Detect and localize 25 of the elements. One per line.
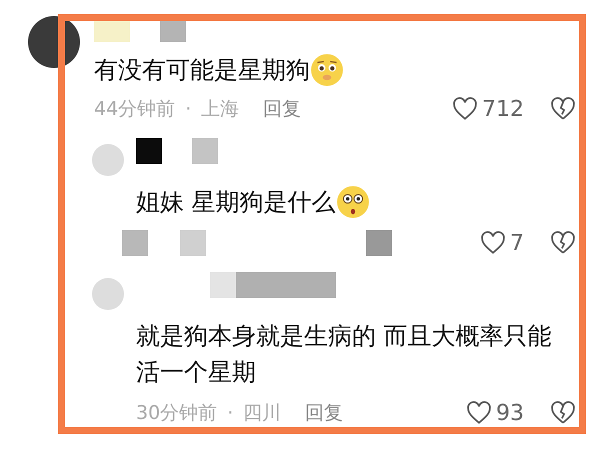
comment-time: 44分钟前: [94, 97, 176, 122]
comment-location: 四川: [243, 401, 282, 426]
comment-text: 姐妹 星期狗是什么: [136, 187, 336, 218]
heart-icon: [480, 230, 506, 256]
redaction-block: [180, 230, 206, 256]
redaction-block: [366, 230, 392, 256]
like-button[interactable]: 7: [480, 230, 524, 256]
broken-heart-icon[interactable]: [550, 230, 576, 256]
heart-icon: [452, 96, 478, 122]
broken-heart-icon[interactable]: [550, 400, 576, 426]
comment-text: 有没有可能是星期狗: [94, 55, 310, 86]
separator-dot: ·: [227, 402, 234, 424]
comment-location: 上海: [201, 97, 240, 122]
heart-icon: [466, 400, 492, 426]
like-button[interactable]: 93: [466, 400, 524, 426]
redaction-block: [192, 138, 218, 164]
broken-heart-icon[interactable]: [550, 96, 576, 122]
comment-time: 30分钟前: [136, 401, 218, 426]
reply-button[interactable]: 回复: [249, 96, 302, 122]
redaction-block: [136, 138, 162, 164]
redaction-block: [122, 230, 148, 256]
separator-dot: ·: [185, 98, 192, 120]
like-button[interactable]: 712: [452, 96, 524, 122]
comment-text: 就是狗本身就是生病的 而且大概率只能活一个星期: [136, 321, 553, 388]
reply-button[interactable]: 回复: [291, 400, 344, 426]
